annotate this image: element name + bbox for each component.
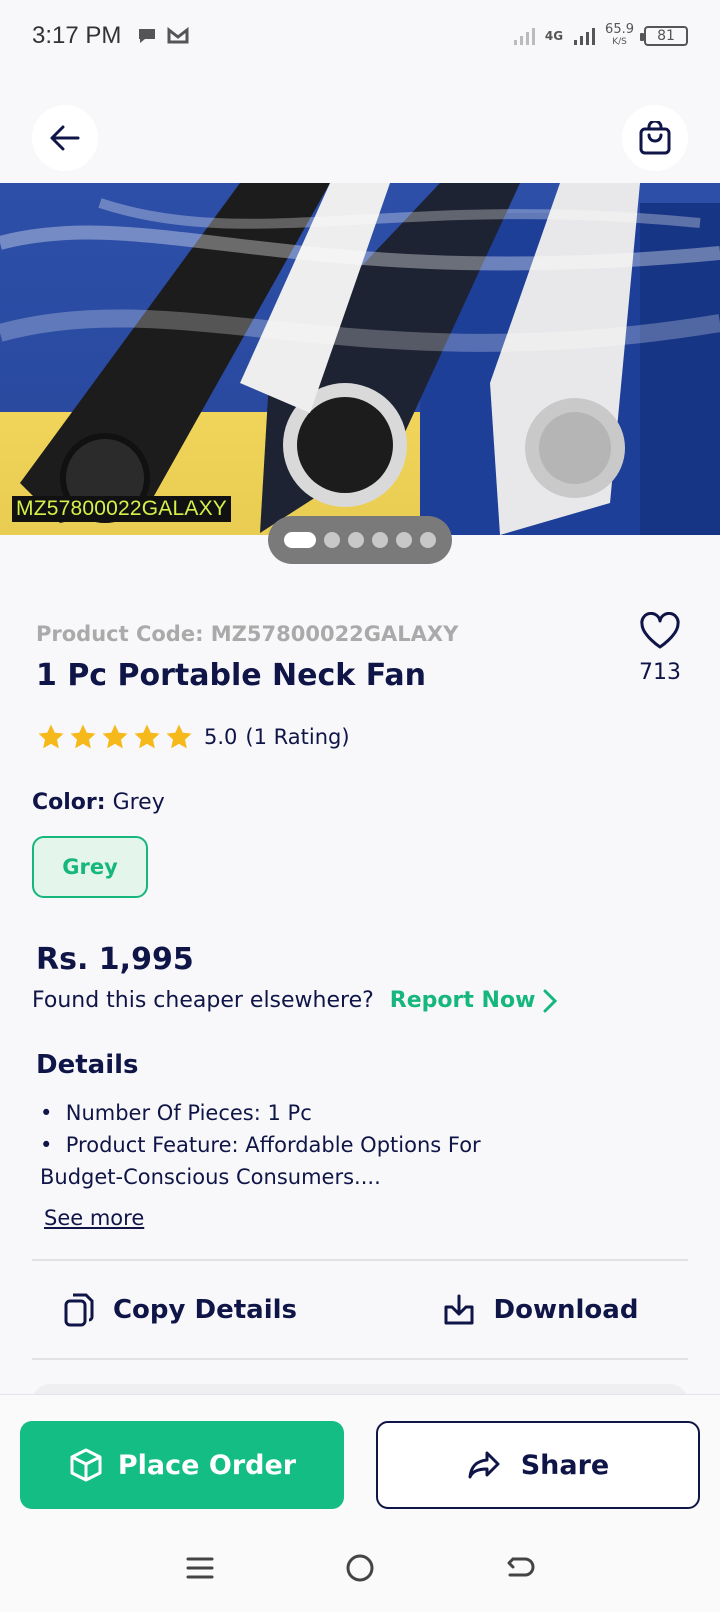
divider xyxy=(32,1358,688,1360)
star-icon xyxy=(102,724,128,749)
detail-item-text: Product Feature: Affordable Options For … xyxy=(40,1133,481,1189)
battery-level: 81 xyxy=(657,28,675,44)
cheaper-row: Found this cheaper elsewhere? Report Now xyxy=(32,988,558,1013)
divider xyxy=(32,1259,688,1261)
network-speed-unit: K/S xyxy=(612,37,627,47)
box-icon xyxy=(70,1448,102,1482)
download-button[interactable]: Download xyxy=(360,1262,720,1358)
back-button[interactable] xyxy=(32,105,98,171)
detail-item: • Number Of Pieces: 1 Pc xyxy=(40,1101,312,1125)
network-speed: 65.9 xyxy=(605,22,634,37)
detail-item-text: Number Of Pieces: 1 Pc xyxy=(65,1101,312,1125)
system-nav-bar xyxy=(0,1524,720,1612)
wishlist-button[interactable]: 713 xyxy=(630,611,690,685)
place-order-label: Place Order xyxy=(117,1449,297,1481)
arrow-left-icon xyxy=(50,125,80,151)
pager-dot[interactable] xyxy=(396,532,412,548)
product-price: Rs. 1,995 xyxy=(36,942,194,977)
battery-icon: 81 xyxy=(640,26,688,46)
rating-value: 5.0 xyxy=(204,725,238,749)
cheaper-text: Found this cheaper elsewhere? xyxy=(32,988,374,1013)
heart-icon xyxy=(640,611,680,649)
status-time: 3:17 PM xyxy=(32,22,122,49)
copy-icon xyxy=(64,1293,94,1327)
wishlist-count: 713 xyxy=(639,660,681,685)
star-icon xyxy=(134,724,160,749)
shopping-bag-icon xyxy=(639,121,671,155)
action-row: Copy Details Download xyxy=(0,1262,720,1358)
back-return-icon[interactable] xyxy=(505,1555,535,1581)
download-icon xyxy=(444,1294,474,1325)
signal-icon xyxy=(513,28,535,45)
detail-item: • Product Feature: Affordable Options Fo… xyxy=(40,1133,481,1189)
copy-details-label: Copy Details xyxy=(112,1295,298,1325)
color-value: Grey xyxy=(112,790,165,815)
rating-row[interactable]: 5.0 (1 Rating) xyxy=(36,722,350,752)
rating-count: (1 Rating) xyxy=(245,725,350,749)
report-now-label: Report Now xyxy=(389,988,536,1013)
bottom-action-bar: Place Order Share xyxy=(0,1394,720,1524)
menu-icon[interactable] xyxy=(185,1555,215,1581)
see-more-link[interactable]: See more xyxy=(44,1206,144,1230)
download-label: Download xyxy=(493,1295,639,1325)
chevron-right-icon xyxy=(543,989,558,1012)
image-watermark-code: MZ57800022GALAXY xyxy=(12,496,231,522)
signal-icon xyxy=(574,28,596,45)
neck-fan-illustration xyxy=(0,183,720,535)
pager-dot[interactable] xyxy=(420,532,436,548)
color-label: Color: xyxy=(32,790,106,815)
share-label: Share xyxy=(520,1449,610,1481)
place-order-button[interactable]: Place Order xyxy=(20,1421,344,1509)
product-code: Product Code: MZ57800022GALAXY xyxy=(36,622,459,646)
color-option-grey[interactable]: Grey xyxy=(32,836,148,898)
home-circle-icon[interactable] xyxy=(345,1553,375,1583)
report-now-link[interactable]: Report Now xyxy=(390,988,558,1013)
image-pager[interactable] xyxy=(268,516,452,564)
mail-icon xyxy=(167,27,189,44)
pager-dot[interactable] xyxy=(284,532,316,548)
copy-details-button[interactable]: Copy Details xyxy=(0,1262,360,1358)
network-type: 4G xyxy=(544,29,564,43)
color-label-row: Color: Grey xyxy=(32,790,165,815)
top-bar xyxy=(0,105,720,175)
details-heading: Details xyxy=(36,1050,139,1080)
star-icon xyxy=(166,724,192,749)
product-title: 1 Pc Portable Neck Fan xyxy=(36,658,427,693)
chat-bubble-icon xyxy=(139,29,156,43)
pager-dot[interactable] xyxy=(348,532,364,548)
star-icon xyxy=(38,724,64,749)
pager-dot[interactable] xyxy=(372,532,388,548)
share-icon xyxy=(468,1451,500,1479)
pager-dot[interactable] xyxy=(324,532,340,548)
share-button[interactable]: Share xyxy=(376,1421,700,1509)
cart-button[interactable] xyxy=(622,105,688,171)
product-image[interactable]: MZ57800022GALAXY xyxy=(0,183,720,535)
status-bar: 3:17 PM 4G 65.9 K/S 81 xyxy=(0,0,720,72)
details-list: • Number Of Pieces: 1 Pc • Product Featu… xyxy=(40,1097,680,1193)
star-icon xyxy=(70,724,96,749)
